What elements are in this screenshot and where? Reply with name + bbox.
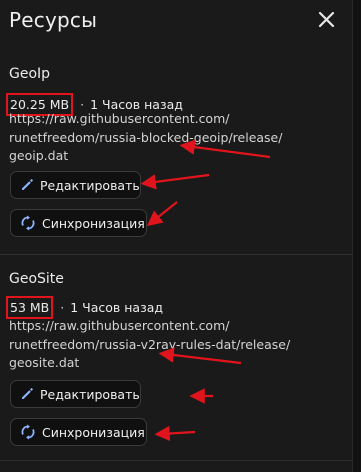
arrow-sync-geoip [146,201,178,227]
arrow-sync-geosite [154,425,196,442]
arrow-url-geoip [179,139,271,159]
resources-panel: Ресурсы GeoIp 20.25 MB · 1 Часов назад htt… [0,0,352,472]
arrow-edit-geoip [140,173,210,190]
arrow-url-geosite [158,347,242,365]
annotation-arrows [140,139,271,442]
scrollbar-track[interactable] [352,0,361,472]
